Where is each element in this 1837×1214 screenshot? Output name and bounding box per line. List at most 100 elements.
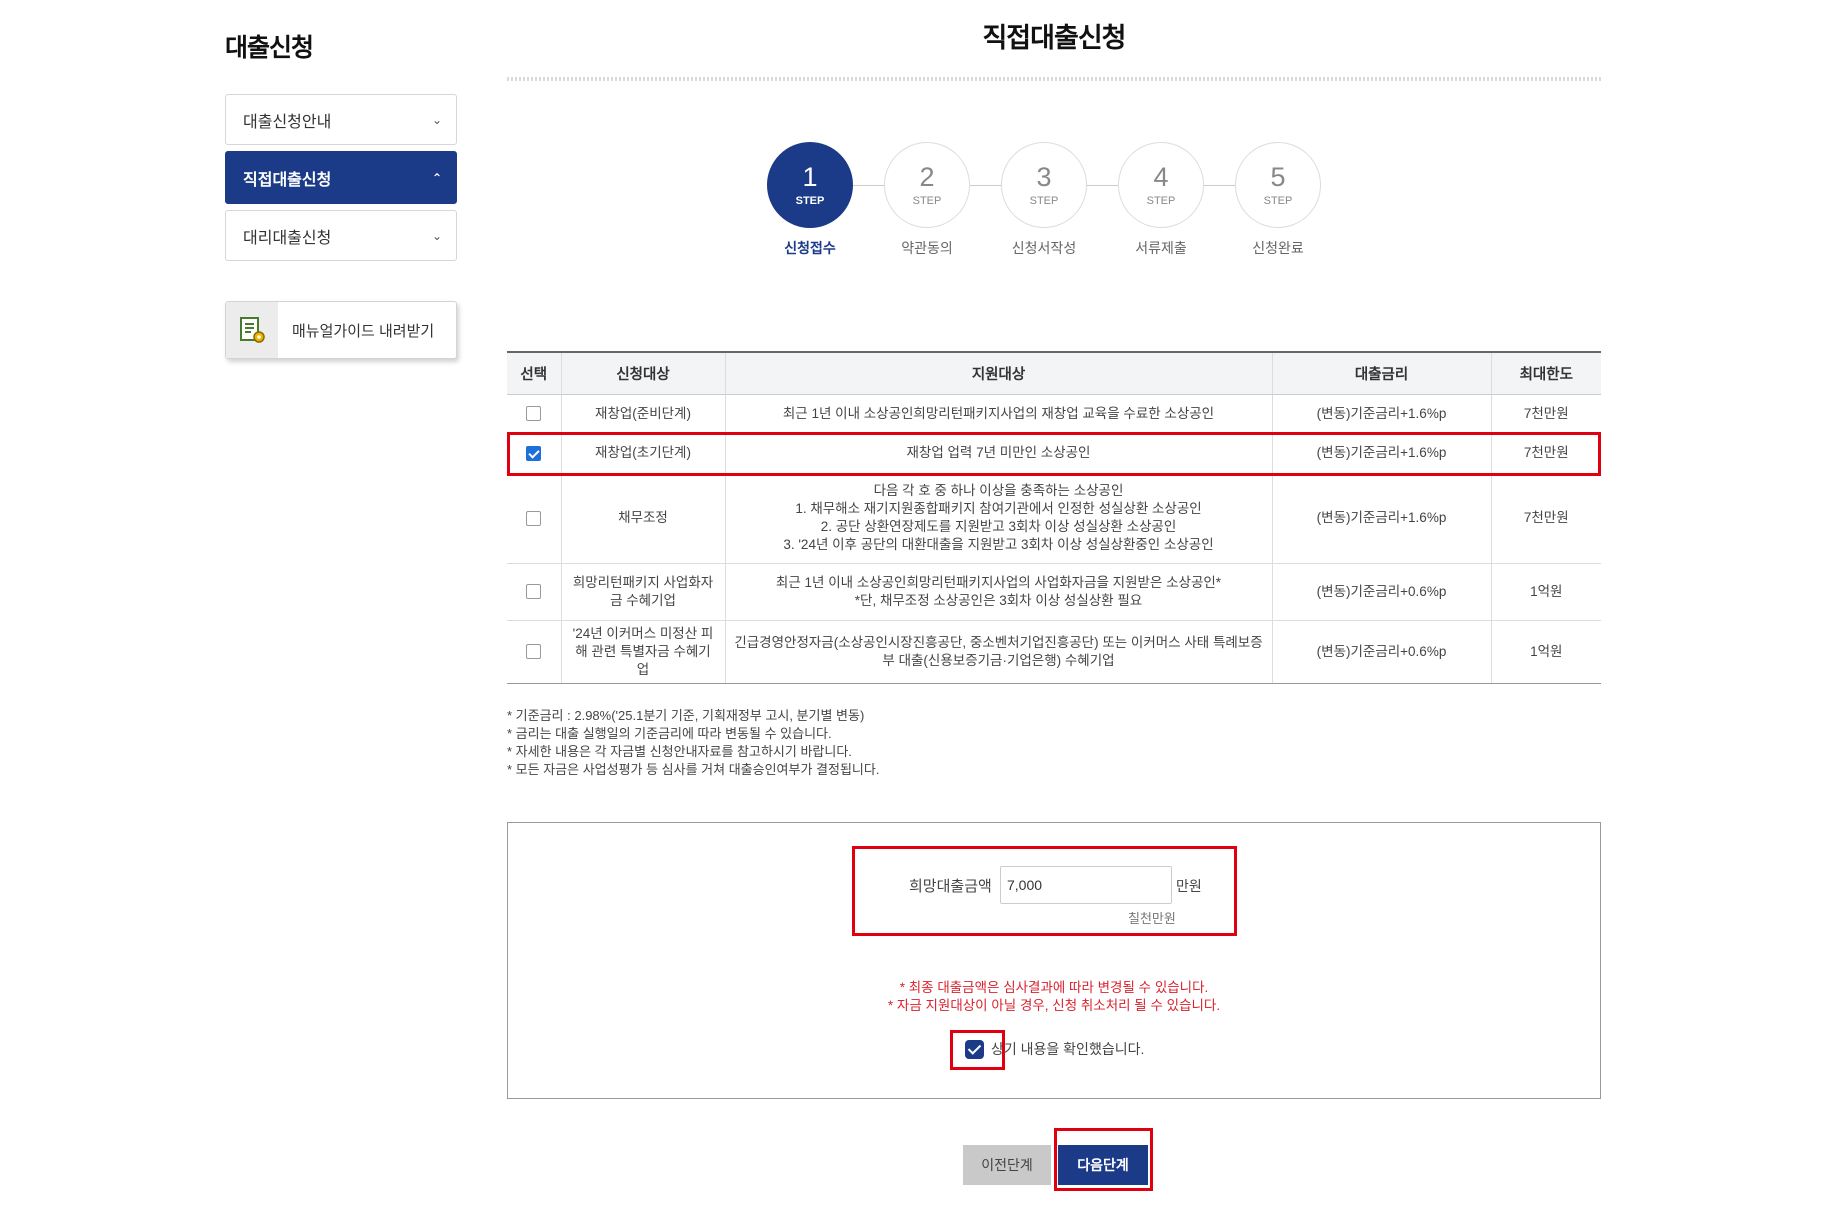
- table-row: '24년 이커머스 미정산 피해 관련 특별자금 수혜기업 긴급경영안정자금(소…: [507, 620, 1601, 684]
- step-text: STEP: [1146, 195, 1176, 207]
- select-cell: [507, 433, 561, 474]
- support-line: 2. 공단 상환연장제도를 지원받고 3회차 이상 성실상환 소상공인: [820, 519, 1177, 534]
- step-5: 5 STEP 신청완료: [1235, 142, 1321, 258]
- limit-cell: 7천만원: [1490, 433, 1601, 474]
- target-cell: 희망리턴패키지 사업화자금 수혜기업: [560, 563, 725, 621]
- step-label: 신청접수: [784, 240, 836, 256]
- column-header-support: 지원대상: [724, 351, 1272, 395]
- chevron-up-icon: ⌃: [431, 170, 442, 185]
- rate-cell: (변동)기준금리+1.6%p: [1271, 433, 1491, 474]
- step-text: STEP: [1263, 195, 1293, 207]
- support-cell: 긴급경영안정자금(소상공인시장진흥공단, 중소벤처기업진흥공단) 또는 이커머스…: [724, 620, 1272, 684]
- support-cell: 재창업 업력 7년 미만인 소상공인: [724, 433, 1272, 474]
- chevron-down-icon: ⌄: [431, 112, 442, 127]
- limit-cell: 7천만원: [1490, 394, 1601, 434]
- title-divider: [507, 77, 1601, 81]
- prev-step-button[interactable]: 이전단계: [963, 1145, 1051, 1185]
- sidebar: 대출신청 대출신청안내 ⌄ 직접대출신청 ⌃ 대리대출신청 ⌄ 매뉴얼가이드 내…: [225, 24, 457, 359]
- row-checkbox[interactable]: [526, 445, 542, 461]
- sidebar-item-label: 직접대출신청: [243, 171, 332, 189]
- row-checkbox[interactable]: [526, 510, 542, 526]
- step-number: 3: [1036, 162, 1052, 192]
- step-circle: 1 STEP: [767, 142, 853, 228]
- amount-unit: 만원: [1176, 878, 1202, 894]
- sidebar-item-loan-guide[interactable]: 대출신청안내 ⌄: [225, 94, 457, 145]
- step-label: 약관동의: [901, 240, 953, 256]
- chevron-down-icon: ⌄: [431, 228, 442, 243]
- column-header-rate: 대출금리: [1271, 351, 1491, 395]
- step-circle: 4 STEP: [1118, 142, 1204, 228]
- step-2: 2 STEP 약관동의: [884, 142, 970, 258]
- confirm-checkbox[interactable]: [965, 1039, 984, 1059]
- support-line: 1. 채무해소 재기지원종합패키지 참여기관에서 인정한 성실상환 소상공인: [795, 501, 1202, 516]
- step-text: STEP: [795, 195, 825, 207]
- amount-korean: 칠천만원: [1128, 911, 1176, 926]
- support-line: 재창업 업력 7년 미만인 소상공인: [906, 445, 1091, 460]
- row-checkbox[interactable]: [526, 406, 542, 422]
- support-line: 3. '24년 이후 공단의 대환대출을 지원받고 3회차 이상 성실상환중인 …: [783, 537, 1214, 552]
- step-number: 5: [1270, 162, 1286, 192]
- step-connector: [970, 185, 1001, 186]
- target-cell: 채무조정: [560, 473, 725, 564]
- support-cell: 최근 1년 이내 소상공인희망리턴패키지사업의 재창업 교육을 수료한 소상공인: [724, 394, 1272, 434]
- sidebar-item-direct-loan[interactable]: 직접대출신청 ⌃: [225, 151, 457, 204]
- target-cell: '24년 이커머스 미정산 피해 관련 특별자금 수혜기업: [560, 620, 725, 684]
- warning-text: * 자금 지원대상이 아닐 경우, 신청 취소처리 될 수 있습니다.: [887, 998, 1221, 1013]
- support-line: 긴급경영안정자금(소상공인시장진흥공단, 중소벤처기업진흥공단) 또는 이커머스…: [734, 634, 1263, 668]
- table-header-row: 선택 신청대상 지원대상 대출금리 최대한도: [507, 351, 1601, 395]
- page-title: 직접대출신청: [982, 23, 1126, 53]
- row-checkbox[interactable]: [526, 584, 542, 600]
- column-header-target: 신청대상: [560, 351, 725, 395]
- step-connector: [1204, 185, 1235, 186]
- step-label: 서류제출: [1135, 240, 1187, 256]
- step-4: 4 STEP 서류제출: [1118, 142, 1204, 258]
- step-label: 신청서작성: [1011, 240, 1077, 256]
- select-cell: [507, 620, 561, 684]
- table-row: 재창업(초기단계) 재창업 업력 7년 미만인 소상공인 (변동)기준금리+1.…: [507, 433, 1601, 474]
- step-1: 1 STEP 신청접수: [767, 142, 853, 258]
- rate-cell: (변동)기준금리+0.6%p: [1271, 620, 1491, 684]
- sidebar-item-label: 대리대출신청: [243, 229, 332, 247]
- rate-cell: (변동)기준금리+1.6%p: [1271, 394, 1491, 434]
- manual-download-button[interactable]: 매뉴얼가이드 내려받기: [225, 301, 457, 359]
- select-cell: [507, 563, 561, 621]
- support-line: 다음 각 호 중 하나 이상을 충족하는 소상공인: [873, 483, 1124, 498]
- target-cell: 재창업(준비단계): [560, 394, 725, 434]
- step-number: 1: [802, 162, 818, 192]
- support-line: 최근 1년 이내 소상공인희망리턴패키지사업의 재창업 교육을 수료한 소상공인: [782, 405, 1215, 421]
- confirm-checkbox-row[interactable]: 상기 내용을 확인했습니다.: [965, 1039, 1144, 1059]
- note-line: * 자세한 내용은 각 자금별 신청안내자료를 참고하시기 바랍니다.: [507, 744, 852, 759]
- step-text: STEP: [1029, 195, 1059, 207]
- amount-input[interactable]: [1000, 866, 1172, 904]
- limit-cell: 1억원: [1490, 563, 1601, 621]
- rate-cell: (변동)기준금리+0.6%p: [1271, 563, 1491, 621]
- support-line: 최근 1년 이내 소상공인희망리턴패키지사업의 사업화자금을 지원받은 소상공인…: [775, 574, 1222, 590]
- manual-download-label: 매뉴얼가이드 내려받기: [292, 322, 435, 340]
- support-line: *단, 채무조정 소상공인은 3회차 이상 성실상환 필요: [854, 592, 1143, 608]
- step-connector: [1087, 185, 1118, 186]
- column-header-limit: 최대한도: [1490, 351, 1601, 395]
- sidebar-item-proxy-loan[interactable]: 대리대출신청 ⌄: [225, 210, 457, 261]
- step-indicator: 1 STEP 신청접수 2 STEP 약관동의 3 STEP 신청서작성 4 S…: [767, 142, 1321, 258]
- step-label: 신청완료: [1252, 240, 1304, 256]
- table-row: 재창업(준비단계) 최근 1년 이내 소상공인희망리턴패키지사업의 재창업 교육…: [507, 394, 1601, 434]
- notes: * 기준금리 : 2.98%('25.1분기 기준, 기획재정부 고시, 분기별…: [507, 707, 879, 779]
- sidebar-item-label: 대출신청안내: [243, 113, 332, 131]
- target-cell: 재창업(초기단계): [560, 433, 725, 474]
- step-circle: 2 STEP: [884, 142, 970, 228]
- loan-type-table: 선택 신청대상 지원대상 대출금리 최대한도 재창업(준비단계) 최근 1년 이…: [507, 351, 1601, 684]
- note-line: * 금리는 대출 실행일의 기준금리에 따라 변동될 수 있습니다.: [507, 726, 832, 741]
- step-text: STEP: [912, 195, 942, 207]
- support-cell: 최근 1년 이내 소상공인희망리턴패키지사업의 사업화자금을 지원받은 소상공인…: [724, 563, 1272, 621]
- note-line: * 모든 자금은 사업성평가 등 심사를 거쳐 대출승인여부가 결정됩니다.: [507, 762, 880, 777]
- limit-cell: 7천만원: [1490, 473, 1601, 564]
- amount-label: 희망대출금액: [909, 878, 992, 895]
- column-header-select: 선택: [507, 351, 561, 395]
- next-step-button[interactable]: 다음단계: [1058, 1145, 1148, 1185]
- support-cell: 다음 각 호 중 하나 이상을 충족하는 소상공인 1. 채무해소 재기지원종합…: [724, 473, 1272, 564]
- limit-cell: 1억원: [1490, 620, 1601, 684]
- table-row: 희망리턴패키지 사업화자금 수혜기업 최근 1년 이내 소상공인희망리턴패키지사…: [507, 563, 1601, 621]
- sidebar-title: 대출신청: [225, 34, 314, 62]
- step-connector: [853, 185, 884, 186]
- row-checkbox[interactable]: [526, 644, 542, 660]
